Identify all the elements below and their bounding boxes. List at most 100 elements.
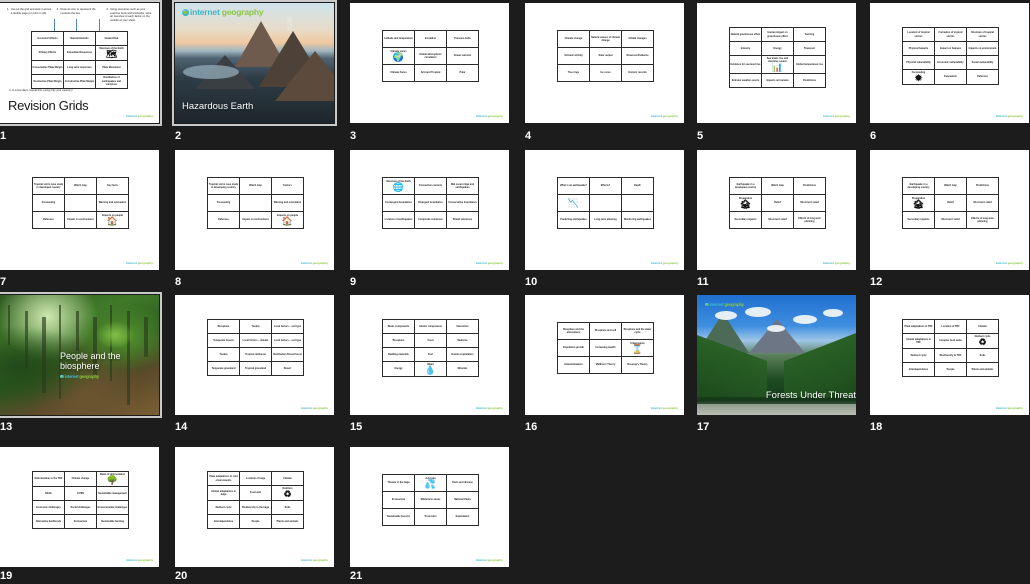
grid-cell[interactable]: Pressure belts <box>446 30 479 48</box>
grid-cell[interactable]: Conservative Plate Margin <box>31 59 64 75</box>
grid-cell[interactable]: Primary Effects <box>31 45 64 61</box>
grid-cell[interactable]: Relief <box>934 194 967 212</box>
grid-cell[interactable] <box>589 194 622 212</box>
grid-cell[interactable]: National Parks <box>446 491 479 509</box>
grid-cell[interactable]: Industrialisation <box>557 356 590 374</box>
grid-cell[interactable]: Predictions <box>966 177 999 195</box>
grid-cell[interactable]: Warning and evacuation <box>96 194 129 212</box>
grid-cell[interactable]: Conservative boundaries <box>446 194 479 212</box>
grid-cell[interactable]: CITES <box>64 485 97 501</box>
grid-cell[interactable]: Tundra <box>239 319 272 334</box>
grid-cell[interactable]: Biodiversity in the taiga <box>239 499 272 515</box>
grid-cell[interactable]: Volcanic activity <box>557 47 590 65</box>
grid-cell[interactable]: Pests and disease <box>446 474 479 492</box>
grid-cell[interactable]: Climate change <box>557 30 590 48</box>
grid-cell[interactable]: Distribution Boreal forest <box>271 347 304 362</box>
grid-cell[interactable]: Tropical grassland <box>239 361 272 376</box>
slide-thumbnail-19[interactable]: Deforestation in the TRF Climate change Ra… <box>0 447 159 567</box>
grid-cell[interactable]: Evidence for sea level rise <box>729 55 762 74</box>
grid-cell[interactable]: Structure of the Earth 🗺 <box>95 45 128 61</box>
grid-cell[interactable]: Exploitation <box>446 508 479 526</box>
grid-cell[interactable]: Impacts on humans <box>761 72 794 88</box>
grid-cell[interactable]: 📉 <box>557 194 590 212</box>
grid-cell[interactable]: Hazard Risk <box>95 31 128 46</box>
grid-cell[interactable]: Biodiversity in TRF <box>934 347 967 363</box>
grid-cell[interactable]: Protection <box>414 508 447 526</box>
slide-thumbnail-9[interactable]: Structure of the Earth 🌐 Convection curren… <box>350 150 509 270</box>
grid-cell[interactable]: Forecasting ✹ <box>902 69 935 85</box>
grid-cell[interactable]: Constructive Plate Margin <box>63 73 96 89</box>
grid-cell[interactable]: Structure of tropical storms <box>966 27 999 42</box>
slide-thumbnail-20[interactable]: Plant adaptations in cold environments Lo… <box>175 447 334 567</box>
slide-thumbnail-4[interactable]: Climate change Natural causes of climate … <box>525 3 684 123</box>
grid-cell[interactable]: Watch map <box>761 177 794 195</box>
grid-cell[interactable]: Orbital changes <box>621 30 654 48</box>
grid-cell[interactable]: Local factors – soil type <box>271 333 304 348</box>
grid-cell[interactable]: Sustainable farming <box>96 513 129 529</box>
grid-cell[interactable]: Shield volcanoes <box>446 211 479 229</box>
grid-cell[interactable]: Ice cores <box>589 64 622 82</box>
grid-cell[interactable]: Interdependence <box>902 361 935 377</box>
grid-cell[interactable]: Observed Evidence <box>621 47 654 65</box>
grid-cell[interactable]: Predictions <box>793 177 826 195</box>
grid-cell[interactable]: Short-term relief <box>934 211 967 229</box>
slide-thumbnail-1[interactable]: 1. Cut out the grid and stick it across a… <box>0 0 162 126</box>
grid-cell[interactable]: Latitude and temperature <box>382 30 415 48</box>
grid-cell[interactable]: Increasing wealth <box>589 339 622 357</box>
grid-cell[interactable]: Temperate forests <box>207 333 240 348</box>
grid-cell[interactable]: Global atmospheric circulation <box>414 47 447 65</box>
grid-cell[interactable]: Composite volcanoes <box>414 211 447 229</box>
grid-cell[interactable]: Abiotic components <box>414 319 447 334</box>
grid-cell[interactable]: Polar <box>446 64 479 82</box>
grid-cell[interactable]: Preparation 🏚 <box>902 194 935 212</box>
grid-cell[interactable]: Forecasting <box>32 194 65 212</box>
grid-cell[interactable]: Interaction <box>446 319 479 334</box>
grid-cell[interactable] <box>239 194 272 212</box>
slide-thumbnail-21[interactable]: Threats to the taiga Acid rain 💦 Pests and … <box>350 447 509 567</box>
grid-cell[interactable]: Impact on environment <box>239 211 272 229</box>
grid-cell[interactable]: Short-term relief <box>793 194 826 212</box>
grid-cell[interactable]: Plants and animals <box>271 513 304 529</box>
grid-cell[interactable]: Ecotourism <box>64 513 97 529</box>
grid-cell[interactable]: Mid ocean ridge and earthquakes <box>446 177 479 195</box>
grid-cell[interactable]: Divergent boundaries <box>414 194 447 212</box>
grid-cell[interactable]: Economic vulnerability <box>934 55 967 70</box>
grid-cell[interactable]: Farming <box>793 27 826 42</box>
grid-cell[interactable]: Biosphere and the water cycle <box>621 322 654 340</box>
grid-cell[interactable]: Environmental challenges <box>96 499 129 515</box>
grid-cell[interactable]: Location of earthquakes <box>382 211 415 229</box>
slide-thumbnail-13[interactable]: internet geography People and the biosphe… <box>0 292 162 418</box>
grid-cell[interactable]: Biosphere and soil <box>589 322 622 340</box>
grid-cell[interactable]: Location of tropical storms <box>902 27 935 42</box>
grid-cell[interactable]: Long-term responses <box>63 59 96 75</box>
grid-cell[interactable]: Transport <box>793 41 826 56</box>
grid-cell[interactable]: Social challenges <box>64 499 97 515</box>
grid-cell[interactable]: Plant adaptations in TRF <box>902 319 935 334</box>
grid-cell[interactable]: Fuel <box>414 347 447 362</box>
grid-cell[interactable]: Long-term planning <box>589 211 622 229</box>
grid-cell[interactable]: Solar output <box>589 47 622 65</box>
grid-cell[interactable]: Global temperature rise <box>793 55 826 74</box>
grid-cell[interactable]: Alternative livelihoods <box>32 513 65 529</box>
slide-thumbnail-15[interactable]: Biotic components Abiotic components Inter… <box>350 295 509 415</box>
grid-cell[interactable]: Destructive Plate Margin <box>31 73 64 89</box>
grid-cell[interactable]: Nutrition ♻ <box>271 485 304 501</box>
grid-cell[interactable]: Urbanisation ⌛ <box>621 339 654 357</box>
grid-cell[interactable]: Secondary impacts <box>902 211 935 229</box>
grid-cell[interactable]: Depth <box>621 177 654 195</box>
grid-cell[interactable]: Acid rain 💦 <box>414 474 447 492</box>
grid-cell[interactable]: NGOs <box>32 485 65 501</box>
grid-cell[interactable]: Medicine <box>446 333 479 348</box>
grid-cell[interactable]: Wilderness areas <box>414 491 447 509</box>
grid-cell[interactable]: Industry <box>729 41 762 56</box>
grid-cell[interactable]: Defences <box>32 211 65 229</box>
grid-cell[interactable]: Soils <box>966 347 999 363</box>
grid-cell[interactable]: Predicting earthquakes <box>557 211 590 229</box>
grid-cell[interactable]: Predictions <box>793 72 826 88</box>
grid-cell[interactable]: Impacts on people 🏠 <box>271 211 304 229</box>
grid-cell[interactable]: Nutrient cycle <box>902 347 935 363</box>
grid-cell[interactable]: Animal adaptations in taiga <box>207 485 240 501</box>
grid-cell[interactable]: Nutrient cycle ♻ <box>966 333 999 349</box>
grid-cell[interactable]: Insolation <box>414 30 447 48</box>
grid-cell[interactable]: Economic Effects <box>31 31 64 46</box>
